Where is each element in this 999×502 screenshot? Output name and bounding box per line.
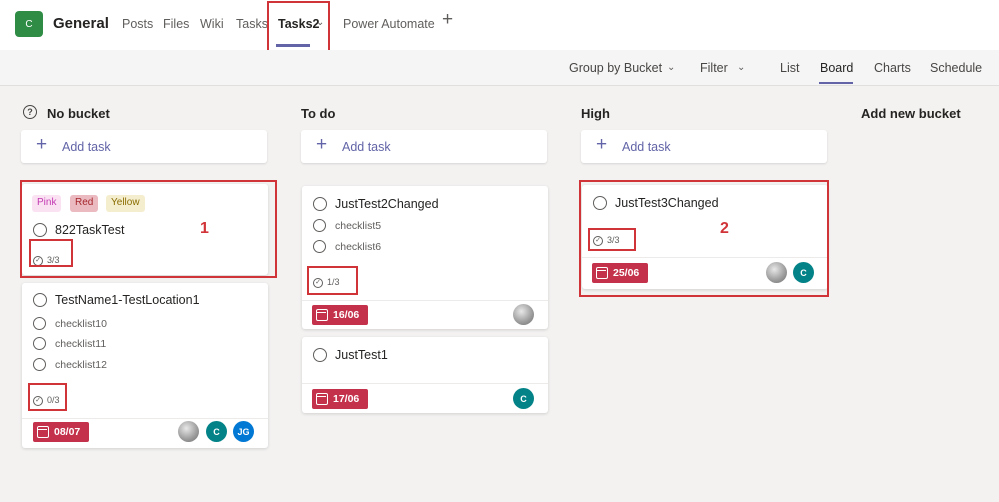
- add-task-button[interactable]: + Add task: [581, 130, 827, 163]
- checklist-item: checklist6: [335, 241, 382, 253]
- filter-button[interactable]: Filter: [700, 61, 728, 75]
- tab-posts[interactable]: Posts: [122, 17, 153, 31]
- plus-icon: +: [36, 134, 48, 155]
- group-by-button[interactable]: Group by Bucket: [569, 61, 662, 75]
- chevron-down-icon[interactable]: ⌄: [667, 62, 675, 73]
- add-task-label: Add task: [622, 140, 671, 154]
- bucket-title-high[interactable]: High: [581, 106, 610, 121]
- task-title: JustTest1: [335, 348, 388, 362]
- plus-icon: +: [596, 134, 608, 155]
- tab-files[interactable]: Files: [163, 17, 189, 31]
- assignee-avatar[interactable]: C: [206, 421, 227, 442]
- checklist-item: checklist10: [55, 318, 107, 330]
- chevron-down-icon[interactable]: ⌄: [737, 62, 745, 73]
- checklist-item: checklist5: [335, 220, 382, 232]
- card-divider: [302, 300, 548, 301]
- tab-tasks[interactable]: Tasks: [236, 17, 268, 31]
- checklist-item-checkbox[interactable]: [33, 317, 46, 330]
- due-date: 08/07: [54, 426, 81, 438]
- view-list[interactable]: List: [780, 61, 799, 75]
- annotation-number: 1: [200, 220, 209, 237]
- due-date: 17/06: [333, 393, 360, 405]
- add-tab-icon[interactable]: +: [442, 10, 453, 29]
- task-title: JustTest2Changed: [335, 197, 439, 211]
- bucket-title-to-do[interactable]: To do: [301, 106, 335, 121]
- complete-task-checkbox[interactable]: [33, 293, 47, 307]
- plus-icon: +: [316, 134, 328, 155]
- view-board[interactable]: Board: [820, 61, 853, 75]
- highlight-progress: [588, 228, 636, 251]
- tab-wiki[interactable]: Wiki: [200, 17, 224, 31]
- planner-toolbar: Group by Bucket ⌄ Filter ⌄ List Board Ch…: [0, 50, 999, 86]
- card-divider: [22, 418, 268, 419]
- highlight-progress: [29, 239, 73, 267]
- assignee-avatar[interactable]: C: [513, 388, 534, 409]
- add-task-label: Add task: [62, 140, 111, 154]
- task-card[interactable]: JustTest2Changed checklist5 checklist6 ✓…: [302, 186, 548, 329]
- task-card[interactable]: TestName1-TestLocation1 checklist10 chec…: [22, 283, 268, 448]
- channel-name: General: [53, 15, 109, 32]
- highlight-progress: [28, 383, 67, 411]
- calendar-icon: [316, 309, 328, 321]
- add-task-label: Add task: [342, 140, 391, 154]
- add-new-bucket[interactable]: Add new bucket: [861, 106, 961, 121]
- card-divider: [302, 383, 548, 384]
- add-task-button[interactable]: + Add task: [301, 130, 547, 163]
- checklist-item: checklist12: [55, 359, 107, 371]
- channel-header: C General Posts Files Wiki Tasks Tasks2 …: [0, 0, 999, 57]
- checklist-item: checklist11: [55, 338, 107, 350]
- assignee-avatar[interactable]: [513, 304, 534, 325]
- complete-task-checkbox[interactable]: [313, 348, 327, 362]
- task-card[interactable]: JustTest1 17/06 C: [302, 337, 548, 413]
- due-date-badge[interactable]: 17/06: [312, 389, 368, 409]
- complete-task-checkbox[interactable]: [313, 197, 327, 211]
- calendar-icon: [37, 426, 49, 438]
- checklist-item-checkbox[interactable]: [33, 358, 46, 371]
- add-task-button[interactable]: + Add task: [21, 130, 267, 163]
- assignee-avatar[interactable]: [178, 421, 199, 442]
- team-avatar[interactable]: C: [15, 11, 43, 37]
- checklist-item-checkbox[interactable]: [313, 240, 326, 253]
- due-date-badge[interactable]: 16/06: [312, 305, 368, 325]
- annotation-number: 2: [720, 220, 729, 237]
- help-icon[interactable]: ?: [23, 105, 37, 119]
- tab-power-automate[interactable]: Power Automate: [343, 17, 435, 31]
- bucket-title-no-bucket: No bucket: [47, 106, 110, 121]
- active-view-indicator: [819, 82, 853, 84]
- highlight-tasks2-tab: [267, 1, 330, 57]
- highlight-progress: [307, 266, 358, 295]
- view-schedule[interactable]: Schedule: [930, 61, 982, 75]
- assignee-avatar[interactable]: JG: [233, 421, 254, 442]
- due-date-badge[interactable]: 08/07: [33, 422, 89, 442]
- checklist-item-checkbox[interactable]: [313, 219, 326, 232]
- checklist-item-checkbox[interactable]: [33, 337, 46, 350]
- view-charts[interactable]: Charts: [874, 61, 911, 75]
- task-title: TestName1-TestLocation1: [55, 293, 200, 307]
- due-date: 16/06: [333, 309, 360, 321]
- calendar-icon: [316, 393, 328, 405]
